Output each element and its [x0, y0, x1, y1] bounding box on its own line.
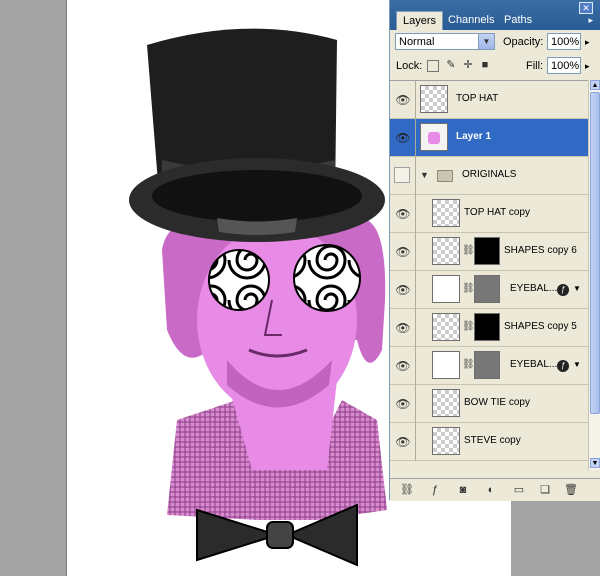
lock-brush-icon[interactable]: ✎: [445, 59, 457, 71]
link-layers-icon[interactable]: ⛓: [400, 483, 414, 497]
lock-label: Lock:: [396, 60, 423, 72]
eye-icon[interactable]: 👁: [394, 205, 412, 223]
opacity-field[interactable]: 100%: [547, 33, 581, 50]
triangle-down-icon[interactable]: ▼: [420, 170, 429, 180]
layer-name: EYEBAL...: [510, 359, 558, 370]
layer-name: STEVE copy: [464, 435, 521, 446]
layer-style-icon[interactable]: ƒ: [428, 483, 442, 497]
fill-field[interactable]: 100%: [547, 57, 581, 74]
link-icon: ⛓: [462, 283, 475, 294]
layer-name: SHAPES copy 5: [504, 321, 577, 332]
right-spiral-eye: [293, 244, 361, 312]
panel-menu-icon[interactable]: ▸: [588, 15, 593, 26]
link-icon: ⛓: [462, 359, 475, 370]
eye-icon[interactable]: 👁: [394, 433, 412, 451]
lock-move-icon[interactable]: ✛: [462, 59, 474, 71]
adjustment-layer-icon[interactable]: ◐: [484, 483, 498, 497]
eye-icon[interactable]: 👁: [394, 91, 412, 109]
layer-thumbnail: [432, 237, 460, 265]
eye-icon[interactable]: 👁: [394, 243, 412, 261]
eye-icon[interactable]: 👁: [394, 129, 412, 147]
layer-name: Layer 1: [456, 131, 492, 142]
layer-thumbnail: [432, 389, 460, 417]
layers-bottom-toolbar: ⛓ ƒ ◙ ◐ ▭ ❏ 🗑: [390, 478, 600, 501]
layers-list: 👁 TOP HAT 👁 Layer 1 ▼ ORIGINALS 👁 TOP HA…: [390, 80, 588, 471]
layer-thumbnail: [432, 275, 460, 303]
layer-name: EYEBAL...: [510, 283, 558, 294]
left-spiral-eye: [208, 249, 270, 311]
layer-mask-thumbnail: [474, 237, 500, 265]
eye-icon[interactable]: 👁: [394, 395, 412, 413]
new-group-icon[interactable]: ▭: [512, 483, 526, 497]
layers-panel: Layers Channels Paths ✕ ▸ Normal ▼ Opaci…: [389, 0, 600, 501]
add-mask-icon[interactable]: ◙: [456, 483, 470, 497]
layer-row-shapes-copy-6[interactable]: 👁 ⛓ SHAPES copy 6: [390, 233, 588, 271]
layer-row-bow-tie-copy[interactable]: 👁 BOW TIE copy: [390, 385, 588, 423]
layer-name: SHAPES copy 6: [504, 245, 577, 256]
layer-row-layer-1[interactable]: 👁 Layer 1: [390, 119, 588, 157]
tab-channels[interactable]: Channels: [442, 11, 500, 29]
fill-slider-arrow-icon[interactable]: ▸: [585, 61, 590, 72]
layer-row-shapes-copy-5[interactable]: 👁 ⛓ SHAPES copy 5: [390, 309, 588, 347]
lock-row: Lock: ✎ ✛ ■ Fill: 100% ▸: [390, 54, 600, 80]
layer-row-top-hat-copy[interactable]: 👁 TOP HAT copy: [390, 195, 588, 233]
lock-all-icon[interactable]: ■: [479, 59, 491, 71]
fill-label: Fill:: [526, 60, 544, 72]
link-icon: ⛓: [462, 321, 475, 332]
eye-icon[interactable]: 👁: [394, 357, 412, 375]
chevron-down-icon[interactable]: ▼: [573, 360, 581, 369]
link-icon: ⛓: [462, 245, 475, 256]
folder-icon: [437, 170, 453, 182]
layer-mask-thumbnail: [474, 351, 500, 379]
layer-name: TOP HAT: [456, 93, 499, 104]
trash-icon[interactable]: 🗑: [564, 483, 578, 497]
layer-row-eyeball-2[interactable]: 👁 ⛓ EYEBAL... ƒ ▼: [390, 347, 588, 385]
blend-row: Normal ▼ Opacity: 100% ▸: [390, 30, 600, 54]
blend-mode-value: Normal: [399, 36, 435, 48]
layer-row-steve-copy[interactable]: 👁 STEVE copy: [390, 423, 588, 461]
layer-thumbnail: [432, 199, 460, 227]
fx-icon[interactable]: ƒ: [557, 284, 569, 296]
layer-thumbnail: [420, 123, 448, 151]
lock-transparency-icon[interactable]: [427, 60, 439, 72]
visibility-toggle[interactable]: [394, 167, 410, 183]
new-layer-icon[interactable]: ❏: [538, 483, 552, 497]
layer-row-eyeball-1[interactable]: 👁 ⛓ EYEBAL... ƒ ▼: [390, 271, 588, 309]
layers-scrollbar[interactable]: ▲ ▼: [588, 80, 600, 470]
blend-mode-select[interactable]: Normal ▼: [395, 33, 495, 50]
chevron-down-icon[interactable]: ▼: [478, 34, 494, 49]
layer-mask-thumbnail: [474, 275, 500, 303]
tab-layers[interactable]: Layers: [396, 11, 444, 30]
scroll-thumb[interactable]: [590, 92, 600, 414]
fx-icon[interactable]: ƒ: [557, 360, 569, 372]
tab-paths[interactable]: Paths: [498, 11, 538, 29]
eye-icon[interactable]: 👁: [394, 281, 412, 299]
layer-name: BOW TIE copy: [464, 397, 530, 408]
layer-thumbnail: [432, 313, 460, 341]
chevron-down-icon[interactable]: ▼: [573, 284, 581, 293]
scroll-up-icon[interactable]: ▲: [590, 80, 600, 90]
layer-name: TOP HAT copy: [464, 207, 530, 218]
layer-row-top-hat[interactable]: 👁 TOP HAT: [390, 81, 588, 119]
layer-thumbnail: [432, 427, 460, 455]
opacity-label: Opacity:: [503, 36, 544, 48]
layer-name: ORIGINALS: [462, 169, 517, 180]
layer-thumbnail: [432, 351, 460, 379]
close-icon[interactable]: ✕: [579, 2, 593, 14]
opacity-slider-arrow-icon[interactable]: ▸: [585, 37, 590, 48]
layer-thumbnail: [420, 85, 448, 113]
layer-mask-thumbnail: [474, 313, 500, 341]
panel-tab-bar: Layers Channels Paths ✕ ▸: [390, 0, 600, 30]
eye-icon[interactable]: 👁: [394, 319, 412, 337]
layer-group-originals[interactable]: ▼ ORIGINALS: [390, 157, 588, 195]
scroll-down-icon[interactable]: ▼: [590, 458, 600, 468]
